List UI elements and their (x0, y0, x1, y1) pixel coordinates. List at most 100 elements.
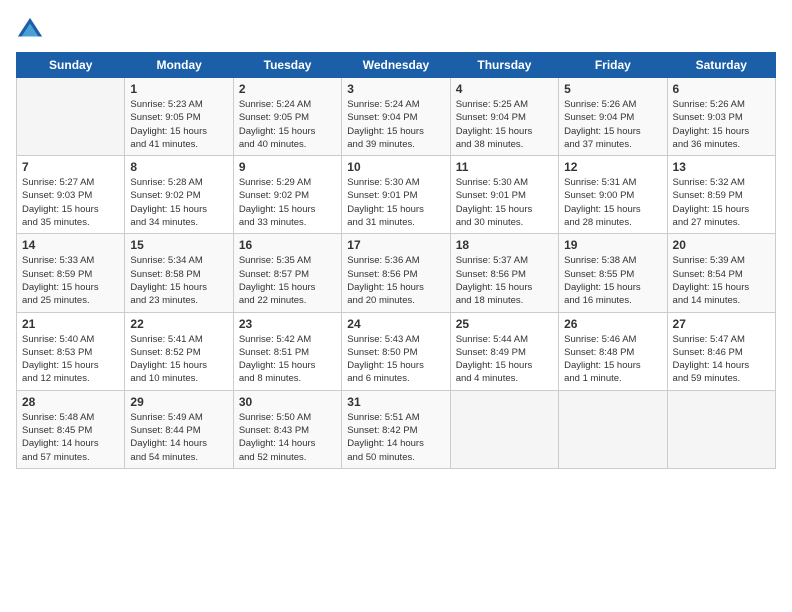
day-number: 30 (239, 395, 336, 409)
calendar-cell: 24Sunrise: 5:43 AMSunset: 8:50 PMDayligh… (342, 312, 450, 390)
day-info: Sunrise: 5:36 AMSunset: 8:56 PMDaylight:… (347, 254, 444, 307)
day-info: Sunrise: 5:24 AMSunset: 9:05 PMDaylight:… (239, 98, 336, 151)
day-info: Sunrise: 5:49 AMSunset: 8:44 PMDaylight:… (130, 411, 227, 464)
day-info: Sunrise: 5:50 AMSunset: 8:43 PMDaylight:… (239, 411, 336, 464)
calendar-cell: 7Sunrise: 5:27 AMSunset: 9:03 PMDaylight… (17, 156, 125, 234)
calendar-cell: 19 Sunrise: 5:38 AMSunset: 8:55 PMDayligh… (559, 234, 667, 312)
calendar-cell: 30 Sunrise: 5:50 AMSunset: 8:43 PMDayligh… (233, 390, 341, 468)
calendar-cell: 22Sunrise: 5:41 AMSunset: 8:52 PMDayligh… (125, 312, 233, 390)
day-info: Sunrise: 5:28 AMSunset: 9:02 PMDaylight:… (130, 176, 227, 229)
calendar-cell: 23Sunrise: 5:42 AMSunset: 8:51 PMDayligh… (233, 312, 341, 390)
logo (16, 16, 48, 44)
calendar-cell: 26Sunrise: 5:46 AMSunset: 8:48 PMDayligh… (559, 312, 667, 390)
calendar-cell: 4Sunrise: 5:25 AMSunset: 9:04 PMDaylight… (450, 78, 558, 156)
day-info: Sunrise: 5:29 AMSunset: 9:02 PMDaylight:… (239, 176, 336, 229)
day-info: Sunrise: 5:48 AMSunset: 8:45 PMDaylight:… (22, 411, 119, 464)
calendar-body: 1Sunrise: 5:23 AMSunset: 9:05 PMDaylight… (17, 78, 776, 469)
day-of-week-header: Thursday (450, 53, 558, 78)
days-of-week-row: SundayMondayTuesdayWednesdayThursdayFrid… (17, 53, 776, 78)
day-number: 19 (564, 238, 661, 252)
day-info: Sunrise: 5:26 AMSunset: 9:03 PMDaylight:… (673, 98, 770, 151)
day-number: 25 (456, 317, 553, 331)
calendar-cell: 5 Sunrise: 5:26 AMSunset: 9:04 PMDaylight… (559, 78, 667, 156)
calendar-cell: 12 Sunrise: 5:31 AMSunset: 9:00 PMDayligh… (559, 156, 667, 234)
day-number: 7 (22, 160, 119, 174)
day-number: 13 (673, 160, 770, 174)
day-info: Sunrise: 5:34 AMSunset: 8:58 PMDaylight:… (130, 254, 227, 307)
calendar-cell: 9 Sunrise: 5:29 AMSunset: 9:02 PMDaylight… (233, 156, 341, 234)
day-info: Sunrise: 5:24 AMSunset: 9:04 PMDaylight:… (347, 98, 444, 151)
day-info: Sunrise: 5:25 AMSunset: 9:04 PMDaylight:… (456, 98, 553, 151)
day-number: 12 (564, 160, 661, 174)
calendar-cell (450, 390, 558, 468)
day-info: Sunrise: 5:44 AMSunset: 8:49 PMDaylight:… (456, 333, 553, 386)
day-number: 20 (673, 238, 770, 252)
calendar-cell: 13 Sunrise: 5:32 AMSunset: 8:59 PMDayligh… (667, 156, 775, 234)
day-number: 14 (22, 238, 119, 252)
day-info: Sunrise: 5:43 AMSunset: 8:50 PMDaylight:… (347, 333, 444, 386)
day-number: 2 (239, 82, 336, 96)
day-of-week-header: Tuesday (233, 53, 341, 78)
calendar-cell: 14 Sunrise: 5:33 AMSunset: 8:59 PMDayligh… (17, 234, 125, 312)
calendar-cell: 28 Sunrise: 5:48 AMSunset: 8:45 PMDayligh… (17, 390, 125, 468)
day-number: 1 (130, 82, 227, 96)
calendar-cell: 8 Sunrise: 5:28 AMSunset: 9:02 PMDaylight… (125, 156, 233, 234)
day-number: 6 (673, 82, 770, 96)
day-number: 5 (564, 82, 661, 96)
calendar-header: SundayMondayTuesdayWednesdayThursdayFrid… (17, 53, 776, 78)
calendar-cell (667, 390, 775, 468)
day-info: Sunrise: 5:42 AMSunset: 8:51 PMDaylight:… (239, 333, 336, 386)
calendar-cell: 15 Sunrise: 5:34 AMSunset: 8:58 PMDayligh… (125, 234, 233, 312)
calendar-week-row: 1Sunrise: 5:23 AMSunset: 9:05 PMDaylight… (17, 78, 776, 156)
logo-icon (16, 16, 44, 44)
day-info: Sunrise: 5:30 AMSunset: 9:01 PMDaylight:… (347, 176, 444, 229)
calendar-table: SundayMondayTuesdayWednesdayThursdayFrid… (16, 52, 776, 469)
day-info: Sunrise: 5:30 AMSunset: 9:01 PMDaylight:… (456, 176, 553, 229)
calendar-cell: 3 Sunrise: 5:24 AMSunset: 9:04 PMDaylight… (342, 78, 450, 156)
calendar-cell: 11Sunrise: 5:30 AMSunset: 9:01 PMDayligh… (450, 156, 558, 234)
day-info: Sunrise: 5:38 AMSunset: 8:55 PMDaylight:… (564, 254, 661, 307)
day-number: 21 (22, 317, 119, 331)
calendar-week-row: 7Sunrise: 5:27 AMSunset: 9:03 PMDaylight… (17, 156, 776, 234)
day-number: 15 (130, 238, 227, 252)
day-number: 16 (239, 238, 336, 252)
day-info: Sunrise: 5:51 AMSunset: 8:42 PMDaylight:… (347, 411, 444, 464)
calendar-cell: 21 Sunrise: 5:40 AMSunset: 8:53 PMDayligh… (17, 312, 125, 390)
day-info: Sunrise: 5:35 AMSunset: 8:57 PMDaylight:… (239, 254, 336, 307)
day-info: Sunrise: 5:39 AMSunset: 8:54 PMDaylight:… (673, 254, 770, 307)
calendar-cell: 16 Sunrise: 5:35 AMSunset: 8:57 PMDayligh… (233, 234, 341, 312)
day-number: 17 (347, 238, 444, 252)
calendar-cell: 6 Sunrise: 5:26 AMSunset: 9:03 PMDaylight… (667, 78, 775, 156)
calendar-cell: 27Sunrise: 5:47 AMSunset: 8:46 PMDayligh… (667, 312, 775, 390)
day-number: 31 (347, 395, 444, 409)
day-number: 10 (347, 160, 444, 174)
day-number: 28 (22, 395, 119, 409)
day-info: Sunrise: 5:40 AMSunset: 8:53 PMDaylight:… (22, 333, 119, 386)
day-number: 3 (347, 82, 444, 96)
calendar-cell: 2 Sunrise: 5:24 AMSunset: 9:05 PMDaylight… (233, 78, 341, 156)
day-info: Sunrise: 5:33 AMSunset: 8:59 PMDaylight:… (22, 254, 119, 307)
calendar-cell (559, 390, 667, 468)
calendar-cell: 10 Sunrise: 5:30 AMSunset: 9:01 PMDayligh… (342, 156, 450, 234)
calendar-cell: 1Sunrise: 5:23 AMSunset: 9:05 PMDaylight… (125, 78, 233, 156)
calendar-cell: 25 Sunrise: 5:44 AMSunset: 8:49 PMDayligh… (450, 312, 558, 390)
day-info: Sunrise: 5:26 AMSunset: 9:04 PMDaylight:… (564, 98, 661, 151)
page-header (16, 16, 776, 44)
calendar-cell (17, 78, 125, 156)
day-of-week-header: Friday (559, 53, 667, 78)
day-number: 18 (456, 238, 553, 252)
calendar-cell: 20 Sunrise: 5:39 AMSunset: 8:54 PMDayligh… (667, 234, 775, 312)
day-info: Sunrise: 5:31 AMSunset: 9:00 PMDaylight:… (564, 176, 661, 229)
day-number: 22 (130, 317, 227, 331)
day-info: Sunrise: 5:32 AMSunset: 8:59 PMDaylight:… (673, 176, 770, 229)
calendar-cell: 18 Sunrise: 5:37 AMSunset: 8:56 PMDayligh… (450, 234, 558, 312)
calendar-cell: 31 Sunrise: 5:51 AMSunset: 8:42 PMDayligh… (342, 390, 450, 468)
day-number: 27 (673, 317, 770, 331)
calendar-week-row: 14 Sunrise: 5:33 AMSunset: 8:59 PMDayligh… (17, 234, 776, 312)
day-of-week-header: Saturday (667, 53, 775, 78)
day-number: 9 (239, 160, 336, 174)
day-number: 8 (130, 160, 227, 174)
day-info: Sunrise: 5:37 AMSunset: 8:56 PMDaylight:… (456, 254, 553, 307)
calendar-week-row: 21 Sunrise: 5:40 AMSunset: 8:53 PMDayligh… (17, 312, 776, 390)
calendar-cell: 29Sunrise: 5:49 AMSunset: 8:44 PMDayligh… (125, 390, 233, 468)
